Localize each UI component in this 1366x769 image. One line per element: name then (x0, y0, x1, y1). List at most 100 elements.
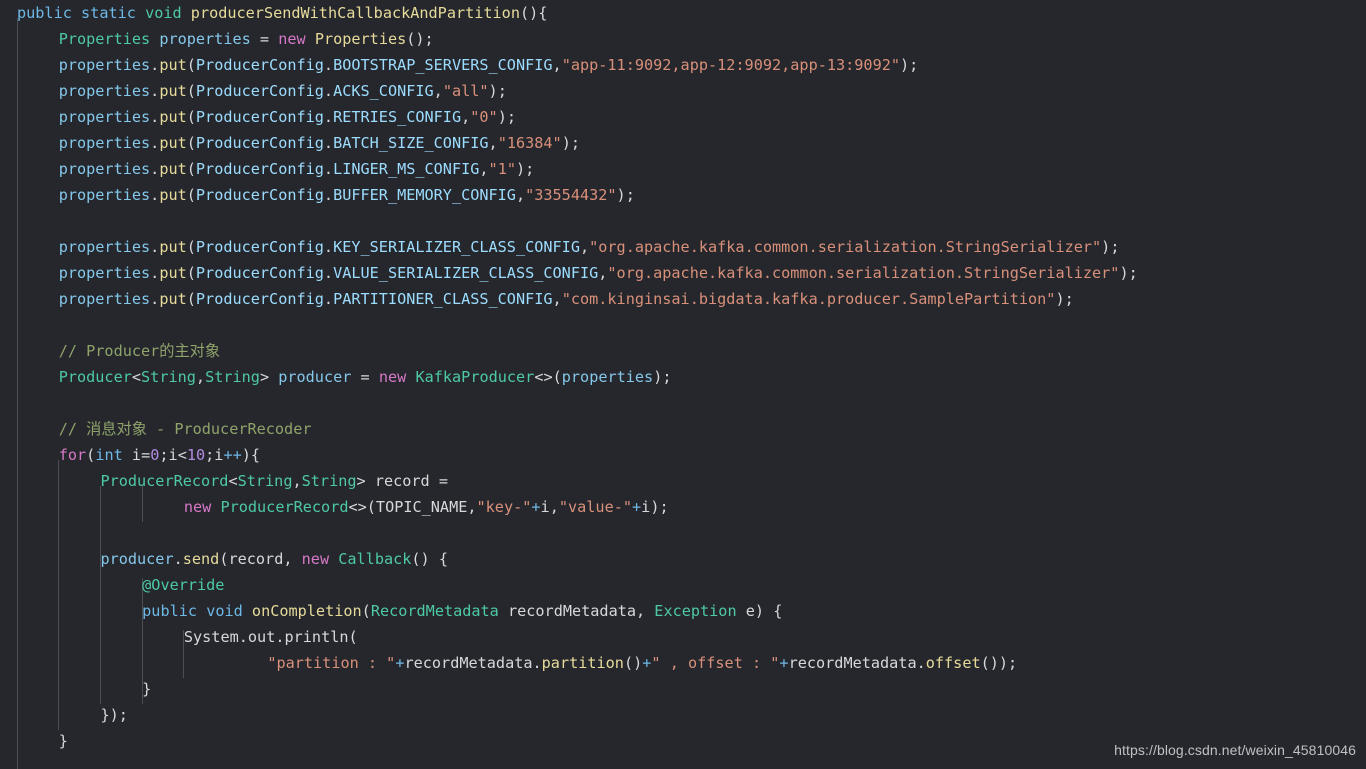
code-token-type: Callback (338, 550, 412, 568)
code-line[interactable]: for(int i=0;i<10;i++){ (0, 442, 1138, 468)
code-token-str: "com.kinginsai.bigdata.kafka.producer.Sa… (561, 290, 1056, 308)
code-token-plain: ( (86, 446, 96, 464)
code-line[interactable] (0, 312, 1138, 338)
code-token-const: PARTITIONER_CLASS_CONFIG (333, 290, 553, 308)
code-token-var: properties (561, 368, 654, 386)
code-token-plain: recordMetadata (788, 654, 917, 672)
code-token-fn: onCompletion (251, 602, 362, 620)
code-token-plain: . (323, 238, 334, 256)
code-token-var: producer (278, 368, 352, 386)
code-line[interactable]: Properties properties = new Properties()… (0, 26, 1138, 52)
code-token-type: Properties (58, 30, 151, 48)
watermark-url: https://blog.csdn.net/weixin_45810046 (1114, 742, 1356, 758)
code-token-type: ProducerRecord (220, 498, 349, 516)
code-line[interactable]: public void onCompletion(RecordMetadata … (0, 598, 1138, 624)
code-token-plain: , (636, 602, 655, 620)
code-token-ctrl: new (183, 498, 212, 516)
code-line[interactable]: Producer<String,String> producer = new K… (0, 364, 1138, 390)
code-token-plain: } (58, 732, 68, 750)
code-token-plain: ( (361, 602, 371, 620)
code-line[interactable]: properties.put(ProducerConfig.PARTITIONE… (0, 286, 1138, 312)
code-token-ctrl: new (278, 30, 306, 48)
code-line[interactable]: public static void producerSendWithCallb… (0, 0, 1138, 26)
code-token-plain: i (168, 446, 178, 464)
code-token-plain: <>( (348, 498, 376, 516)
code-token-kw: static (81, 4, 136, 22)
code-token-ctrl: for (58, 446, 87, 464)
code-line[interactable]: System.out.println( (0, 624, 1138, 650)
code-token-plain: i (641, 498, 651, 516)
code-token-plain: = (429, 472, 448, 490)
code-token-str: "0" (470, 108, 498, 126)
code-line[interactable]: properties.put(ProducerConfig.VALUE_SERI… (0, 260, 1138, 286)
code-line[interactable]: "partition : "+recordMetadata.partition(… (0, 650, 1138, 676)
code-line[interactable]: properties.put(ProducerConfig.RETRIES_CO… (0, 104, 1138, 130)
code-line[interactable] (0, 208, 1138, 234)
code-token-plain: ( (186, 108, 196, 126)
code-token-str: "16384" (497, 134, 562, 152)
code-token-plain: ); (1101, 238, 1120, 256)
code-line[interactable]: // 消息对象 - ProducerRecoder (0, 416, 1138, 442)
code-token-plain: (){ (519, 4, 548, 22)
code-token-plain: . (323, 82, 334, 100)
code-token-var: producer (100, 550, 174, 568)
code-line[interactable] (0, 390, 1138, 416)
code-line[interactable]: properties.put(ProducerConfig.LINGER_MS_… (0, 156, 1138, 182)
code-token-type: String (301, 472, 357, 490)
code-token-const: ProducerConfig (195, 264, 324, 282)
code-token-plain: , (283, 550, 302, 568)
code-line[interactable]: producer.send(record, new Callback() { (0, 546, 1138, 572)
code-token-type: Exception (654, 602, 737, 620)
code-token-plain: . (238, 628, 248, 646)
code-line[interactable]: }); (0, 702, 1138, 728)
code-editor[interactable]: public static void producerSendWithCallb… (0, 0, 1366, 769)
code-token-op: + (632, 498, 642, 516)
code-token-plain: ( (348, 628, 358, 646)
code-line[interactable]: properties.put(ProducerConfig.BUFFER_MEM… (0, 182, 1138, 208)
code-token-plain: ); (1119, 264, 1138, 282)
code-token-plain: TOPIC_NAME (375, 498, 468, 516)
code-line[interactable]: properties.put(ProducerConfig.ACKS_CONFI… (0, 78, 1138, 104)
code-token-fn: put (159, 56, 187, 74)
code-token-plain: ){ (241, 446, 261, 464)
code-token-var: properties (58, 82, 151, 100)
code-token-cmt: // Producer的主对象 (58, 342, 221, 360)
code-line[interactable]: @Override (0, 572, 1138, 598)
code-token-fn: put (159, 160, 187, 178)
code-token-type: String (141, 368, 196, 386)
code-line[interactable]: } (0, 728, 1138, 754)
code-token-var: properties (58, 238, 151, 256)
code-line[interactable]: properties.put(ProducerConfig.KEY_SERIAL… (0, 234, 1138, 260)
code-token-plain: . (150, 290, 160, 308)
code-token-fn: Properties (314, 30, 407, 48)
code-token-plain: record (374, 472, 430, 490)
code-token-plain: , (579, 238, 590, 256)
code-line[interactable]: properties.put(ProducerConfig.BOOTSTRAP_… (0, 52, 1138, 78)
code-token-plain: , (549, 498, 559, 516)
code-token-str: "org.apache.kafka.common.serialization.S… (607, 264, 1120, 282)
code-token-plain: < (131, 368, 142, 386)
code-line[interactable]: properties.put(ProducerConfig.BATCH_SIZE… (0, 130, 1138, 156)
code-line[interactable]: ProducerRecord<String,String> record = (0, 468, 1138, 494)
code-line[interactable]: // Producer的主对象 (0, 338, 1138, 364)
code-content[interactable]: public static void producerSendWithCallb… (0, 0, 1138, 754)
code-token-var: properties (58, 108, 151, 126)
code-token-const: VALUE_SERIALIZER_CLASS_CONFIG (333, 264, 599, 282)
code-token-type: void (145, 4, 182, 22)
code-token-plain: . (150, 186, 160, 204)
code-line[interactable]: new ProducerRecord<>(TOPIC_NAME,"key-"+i… (0, 494, 1138, 520)
code-token-str: "all" (442, 82, 489, 100)
code-line[interactable]: } (0, 676, 1138, 702)
code-line[interactable] (0, 520, 1138, 546)
code-token-plain: i (131, 446, 142, 464)
code-token-const: BATCH_SIZE_CONFIG (333, 134, 489, 152)
code-token-plain: ); (561, 134, 580, 152)
